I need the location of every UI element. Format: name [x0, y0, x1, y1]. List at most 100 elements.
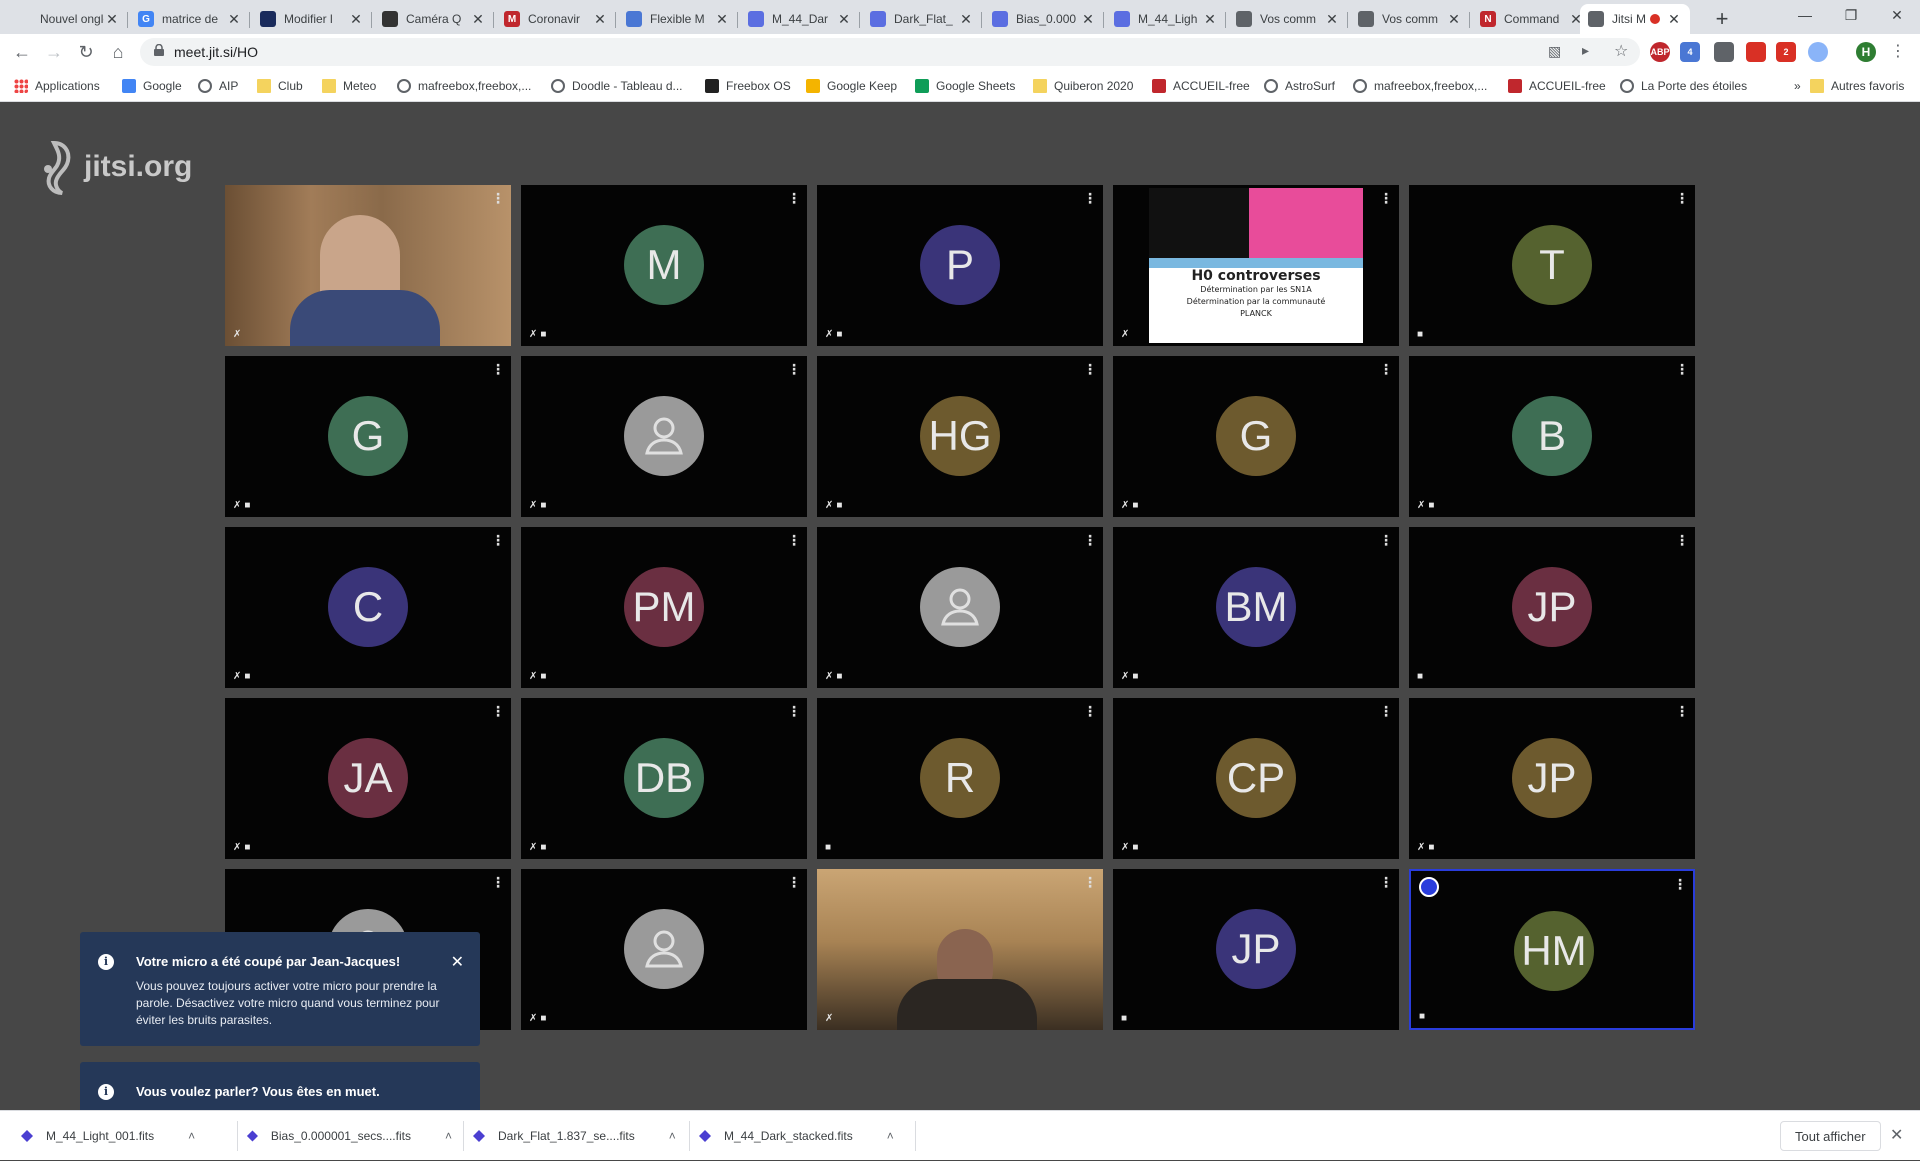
address-bar[interactable]: meet.jit.si/HO ▧ ▸ ☆: [140, 38, 1640, 66]
download-item[interactable]: M_44_Light_001.fits ˄: [20, 1111, 238, 1161]
more-bookmarks-icon[interactable]: »: [1794, 77, 1801, 95]
browser-tab[interactable]: Vos comm ✕: [1350, 4, 1470, 34]
reload-icon[interactable]: ↻: [72, 38, 100, 66]
browser-tab[interactable]: Vos comm ✕: [1228, 4, 1348, 34]
participant-tile[interactable]: ⋮ ✗: [225, 185, 511, 346]
more-options-icon[interactable]: ⋮: [1675, 362, 1689, 376]
participant-tile[interactable]: G ⋮ ✗ ■: [1113, 356, 1399, 517]
participant-tile[interactable]: M ⋮ ✗ ■: [521, 185, 807, 346]
more-options-icon[interactable]: ⋮: [1379, 362, 1393, 376]
close-tab-icon[interactable]: ✕: [1324, 11, 1340, 28]
participant-tile[interactable]: CP ⋮ ✗ ■: [1113, 698, 1399, 859]
close-tab-icon[interactable]: ✕: [714, 11, 730, 28]
cloud-extension-icon[interactable]: [1808, 42, 1828, 62]
participant-tile[interactable]: R ⋮ ■: [817, 698, 1103, 859]
extension-badge-icon[interactable]: 4: [1680, 42, 1700, 62]
more-options-icon[interactable]: ⋮: [787, 191, 801, 205]
bookmark-item[interactable]: Autres favoris: [1810, 77, 1904, 95]
adblock-icon[interactable]: ABP: [1650, 42, 1670, 62]
close-shelf-icon[interactable]: ✕: [1890, 1125, 1903, 1145]
participant-tile[interactable]: JA ⋮ ✗ ■: [225, 698, 511, 859]
jitsi-logo[interactable]: jitsi.org: [36, 137, 192, 197]
more-options-icon[interactable]: ⋮: [1083, 362, 1097, 376]
download-item[interactable]: Dark_Flat_1.837_se....fits ˄: [472, 1111, 690, 1161]
participant-tile[interactable]: HG ⋮ ✗ ■: [817, 356, 1103, 517]
bookmark-item[interactable]: Google Sheets: [915, 77, 1015, 95]
minimize-button[interactable]: —: [1782, 0, 1828, 30]
participant-tile[interactable]: ⋮ ✗■: [521, 869, 807, 1030]
browser-tab[interactable]: Dark_Flat_ ✕: [862, 4, 982, 34]
more-options-icon[interactable]: ⋮: [491, 191, 505, 205]
browser-tab[interactable]: Caméra Q ✕: [374, 4, 494, 34]
browser-tab[interactable]: Gmatrice de ✕: [130, 4, 250, 34]
bookmark-item[interactable]: Quiberon 2020: [1033, 77, 1133, 95]
mail-extension-icon[interactable]: 2: [1776, 42, 1796, 62]
bookmark-item[interactable]: La Porte des étoiles: [1620, 77, 1747, 95]
bookmark-item[interactable]: ACCUEIL-free: [1152, 77, 1250, 95]
more-options-icon[interactable]: ⋮: [491, 533, 505, 547]
more-options-icon[interactable]: ⋮: [787, 533, 801, 547]
download-item[interactable]: Bias_0.000001_secs....fits ˄: [246, 1111, 464, 1161]
bookmark-item[interactable]: AIP: [198, 77, 238, 95]
new-tab-button[interactable]: +: [1708, 6, 1736, 34]
more-options-icon[interactable]: ⋮: [491, 362, 505, 376]
participant-tile[interactable]: ⋮ ✗: [817, 869, 1103, 1030]
back-icon[interactable]: ←: [8, 38, 36, 66]
more-options-icon[interactable]: ⋮: [787, 704, 801, 718]
chevron-up-icon[interactable]: ˄: [669, 1129, 676, 1143]
profile-avatar[interactable]: H: [1856, 42, 1876, 62]
browser-tab[interactable]: Modifier l ✕: [252, 4, 372, 34]
close-tab-icon[interactable]: ✕: [1666, 11, 1682, 28]
chevron-up-icon[interactable]: ˄: [188, 1129, 195, 1143]
participant-tile[interactable]: PM ⋮ ✗ ■: [521, 527, 807, 688]
close-tab-icon[interactable]: ✕: [1446, 11, 1462, 28]
browser-tab[interactable]: Bias_0.000 ✕: [984, 4, 1104, 34]
participant-tile[interactable]: JP ⋮ ■: [1409, 527, 1695, 688]
more-options-icon[interactable]: ⋮: [1675, 704, 1689, 718]
chevron-up-icon[interactable]: ˄: [887, 1129, 894, 1143]
bookmark-item[interactable]: Applications: [14, 77, 100, 95]
video-icon[interactable]: ▸: [1582, 42, 1589, 59]
participant-tile[interactable]: ⋮ ✗■: [817, 527, 1103, 688]
more-options-icon[interactable]: ⋮: [1083, 191, 1097, 205]
bookmark-item[interactable]: mafreebox,freebox,...: [1353, 77, 1487, 95]
close-tab-icon[interactable]: ✕: [104, 11, 120, 28]
more-options-icon[interactable]: ⋮: [787, 875, 801, 889]
more-options-icon[interactable]: ⋮: [1083, 875, 1097, 889]
extension-icon[interactable]: [1746, 42, 1766, 62]
forward-icon[interactable]: →: [40, 38, 68, 66]
more-options-icon[interactable]: ⋮: [1379, 704, 1393, 718]
home-icon[interactable]: ⌂: [104, 38, 132, 66]
bookmark-item[interactable]: Meteo: [322, 77, 376, 95]
participant-tile[interactable]: C ⋮ ✗ ■: [225, 527, 511, 688]
participant-tile[interactable]: P ⋮ ✗ ■: [817, 185, 1103, 346]
browser-tab[interactable]: M_44_Dar ✕: [740, 4, 860, 34]
close-window-button[interactable]: ✕: [1874, 0, 1920, 30]
browser-tab[interactable]: Flexible M ✕: [618, 4, 738, 34]
bookmark-item[interactable]: AstroSurf: [1264, 77, 1335, 95]
close-tab-icon[interactable]: ✕: [348, 11, 364, 28]
participant-tile[interactable]: H0 controverses Détermination par les SN1…: [1113, 185, 1399, 346]
more-options-icon[interactable]: ⋮: [1379, 533, 1393, 547]
bookmark-item[interactable]: Doodle - Tableau d...: [551, 77, 683, 95]
map-extension-icon[interactable]: [1714, 42, 1734, 62]
close-tab-icon[interactable]: ✕: [226, 11, 242, 28]
bookmark-item[interactable]: mafreebox,freebox,...: [397, 77, 531, 95]
close-tab-icon[interactable]: ✕: [1202, 11, 1218, 28]
more-options-icon[interactable]: ⋮: [491, 704, 505, 718]
participant-tile[interactable]: B ⋮ ✗ ■: [1409, 356, 1695, 517]
menu-icon[interactable]: ⋮: [1884, 38, 1912, 66]
close-tab-icon[interactable]: ✕: [1080, 11, 1096, 28]
bookmark-item[interactable]: Freebox OS: [705, 77, 791, 95]
participant-tile[interactable]: HM ⋮ ■: [1409, 869, 1695, 1030]
more-options-icon[interactable]: ⋮: [491, 875, 505, 889]
more-options-icon[interactable]: ⋮: [1083, 704, 1097, 718]
show-all-downloads-button[interactable]: Tout afficher: [1780, 1121, 1881, 1151]
close-tab-icon[interactable]: ✕: [470, 11, 486, 28]
bookmark-item[interactable]: ACCUEIL-free: [1508, 77, 1606, 95]
bookmark-item[interactable]: Google: [122, 77, 182, 95]
participant-tile[interactable]: JP ⋮ ■: [1113, 869, 1399, 1030]
more-options-icon[interactable]: ⋮: [787, 362, 801, 376]
browser-tab[interactable]: M_44_Ligh ✕: [1106, 4, 1226, 34]
more-options-icon[interactable]: ⋮: [1379, 875, 1393, 889]
